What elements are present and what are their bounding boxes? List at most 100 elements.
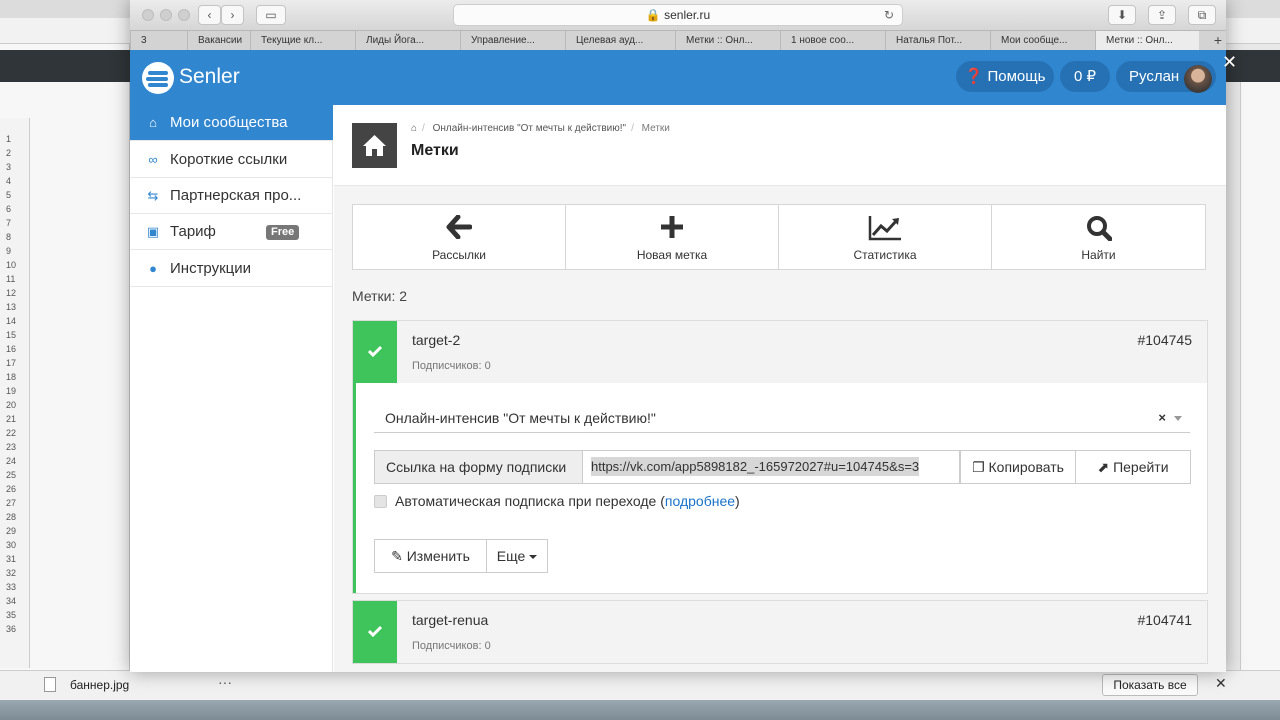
link-icon: ∞ (148, 152, 158, 167)
new-tag-label: Новая метка (636, 248, 708, 262)
mailings-label: Рассылки (432, 248, 486, 262)
download-file-name[interactable]: баннер.jpg (70, 678, 129, 692)
new-tag-button[interactable]: Новая метка (566, 205, 779, 269)
sidebar-item-short-links[interactable]: ∞ Короткие ссылки (130, 142, 333, 178)
find-button[interactable]: Найти (992, 205, 1205, 269)
sidebar-item-label: Мои сообщества (170, 114, 288, 131)
help-button[interactable]: ❓ Помощь (956, 61, 1054, 92)
balance-button[interactable]: 0 ₽ (1060, 61, 1110, 92)
breadcrumb-home-icon[interactable]: ⌂ (411, 123, 417, 134)
more-info-link[interactable]: подробнее (665, 493, 735, 509)
tag-id: #104741 (1137, 612, 1192, 628)
page-header: ⌂ / Онлайн-интенсив "От мечты к действию!… (334, 105, 1226, 186)
clear-icon[interactable]: × (1158, 403, 1166, 433)
question-icon: ❓ (964, 68, 984, 85)
sheet-row-number: 31 (6, 554, 17, 564)
browser-tab[interactable]: Наталья Пот... (885, 31, 990, 51)
sidebar: ⌂ Мои сообщества ∞ Короткие ссылки ⇆ Пар… (130, 105, 333, 672)
sheet-row-number: 21 (6, 414, 17, 424)
money-icon: ▣ (146, 224, 160, 239)
tag-card-header[interactable]: target-renua Подписчиков: 0 #104741 (353, 601, 1207, 663)
tag-card-body: Онлайн-интенсив "От мечты к действию!" ×… (353, 383, 1207, 593)
edit-button[interactable]: ✎ Изменить (374, 539, 487, 573)
sidebar-item-partner[interactable]: ⇆ Партнерская про... (130, 178, 333, 214)
mailings-button[interactable]: Рассылки (353, 205, 566, 269)
browser-tab[interactable]: Текущие кл... (250, 31, 355, 51)
sidebar-item-communities[interactable]: ⌂ Мои сообщества (130, 105, 333, 141)
site-header: Senler ❓ Помощь 0 ₽ Руслан (130, 50, 1226, 105)
sidebar-item-tariff[interactable]: ▣ Тариф Free (130, 214, 333, 250)
sheet-row-number: 26 (6, 484, 17, 494)
new-tab-button[interactable]: + (1214, 31, 1222, 49)
browser-titlebar: ‹ › ▭ 🔒 senler.ru ↻ ⬇ ⇪ ⧉ (130, 0, 1226, 30)
group-select[interactable]: Онлайн-интенсив "От мечты к действию!" × (374, 403, 1190, 433)
sheet-row-number: 14 (6, 316, 17, 326)
sheet-row-number: 6 (6, 204, 12, 214)
window-controls[interactable] (142, 9, 196, 24)
tabs-overview-icon[interactable]: ⧉ (1188, 5, 1216, 25)
statistics-label: Статистика (853, 248, 917, 262)
home-icon: ⌂ (149, 115, 157, 130)
help-label: Помощь (987, 68, 1046, 85)
senler-logo-icon (142, 62, 174, 94)
copy-icon: ❐ (972, 459, 985, 475)
lock-icon: 🔒 (645, 8, 661, 22)
sheet-row-number: 17 (6, 358, 17, 368)
copy-label: Копировать (988, 459, 1064, 475)
reload-icon[interactable]: ↻ (884, 5, 894, 25)
browser-tab[interactable]: Метки :: Онл... (1095, 31, 1199, 51)
address-bar[interactable]: 🔒 senler.ru ↻ (453, 4, 903, 26)
browser-tab[interactable]: 3 (130, 31, 187, 51)
subscribe-link-input[interactable]: https://vk.com/app5898182_-165972027#u=1… (583, 450, 960, 484)
browser-tab[interactable]: Целевая ауд... (565, 31, 675, 51)
user-name: Руслан (1129, 68, 1180, 85)
sheet-row-number: 2 (6, 148, 12, 158)
tag-subscribers: Подписчиков: 0 (412, 640, 491, 652)
statistics-button[interactable]: Статистика (779, 205, 992, 269)
download-more-button[interactable]: ··· (218, 674, 232, 690)
go-button[interactable]: ⬈ Перейти (1076, 450, 1191, 484)
more-dropdown[interactable]: Еще (486, 539, 548, 573)
tag-card: target-renua Подписчиков: 0 #104741 (352, 600, 1208, 664)
tariff-badge: Free (266, 225, 300, 240)
browser-tab[interactable]: 1 новое соо... (780, 31, 885, 51)
browser-tab[interactable]: Лиды Йога... (355, 31, 460, 51)
sidebar-item-instructions[interactable]: ● Инструкции (130, 251, 333, 287)
tag-card-header[interactable]: target-2 Подписчиков: 0 #104745 (353, 321, 1207, 383)
sheet-row-number: 11 (6, 274, 16, 284)
background-sheet-rows: 1 2 3 4 5 6 7 8 9 10 11 12 13 14 15 16 17 18 19 20 21 22 23 24 2… (0, 118, 30, 668)
show-all-button[interactable]: Показать все (1102, 674, 1198, 696)
forward-button[interactable]: › (221, 5, 244, 25)
external-link-icon: ⬈ (1097, 459, 1110, 475)
tag-name: target-2 (412, 332, 461, 348)
chevron-down-icon[interactable] (1174, 416, 1182, 421)
download-icon[interactable]: ⬇ (1108, 5, 1136, 25)
sidebar-item-label: Короткие ссылки (170, 151, 288, 168)
check-icon (353, 601, 397, 663)
copy-button[interactable]: ❐ Копировать (960, 450, 1076, 484)
sheet-row-number: 29 (6, 526, 17, 536)
go-label: Перейти (1113, 459, 1169, 475)
avatar[interactable] (1184, 65, 1212, 93)
breadcrumb-current: Метки (641, 123, 670, 134)
background-right-panel (1240, 82, 1280, 672)
back-button[interactable]: ‹ (198, 5, 221, 25)
tag-subscribers: Подписчиков: 0 (412, 360, 491, 372)
browser-tab[interactable]: Управление... (460, 31, 565, 51)
breadcrumb-community[interactable]: Онлайн-интенсив "От мечты к действию!" (433, 123, 626, 134)
sidebar-item-label: Партнерская про... (170, 187, 302, 204)
auto-subscribe-row: Автоматическая подписка при переходе (по… (374, 493, 740, 509)
sheet-row-number: 10 (6, 260, 17, 270)
sheet-row-number: 16 (6, 344, 17, 354)
browser-tab[interactable]: Мои сообще... (990, 31, 1095, 51)
auto-subscribe-checkbox[interactable] (374, 495, 387, 508)
breadcrumb: ⌂ / Онлайн-интенсив "От мечты к действию!… (411, 123, 670, 134)
download-bar-close-icon[interactable]: ✕ (1215, 675, 1227, 692)
browser-tab[interactable]: Метки :: Онл... (675, 31, 780, 51)
sheet-row-number: 27 (6, 498, 17, 508)
browser-tab[interactable]: Вакансии (187, 31, 250, 51)
window-close-icon[interactable]: ✕ (1222, 52, 1237, 73)
sidebar-toggle-icon[interactable]: ▭ (256, 5, 286, 25)
sheet-row-number: 5 (6, 190, 12, 200)
share-icon[interactable]: ⇪ (1148, 5, 1176, 25)
